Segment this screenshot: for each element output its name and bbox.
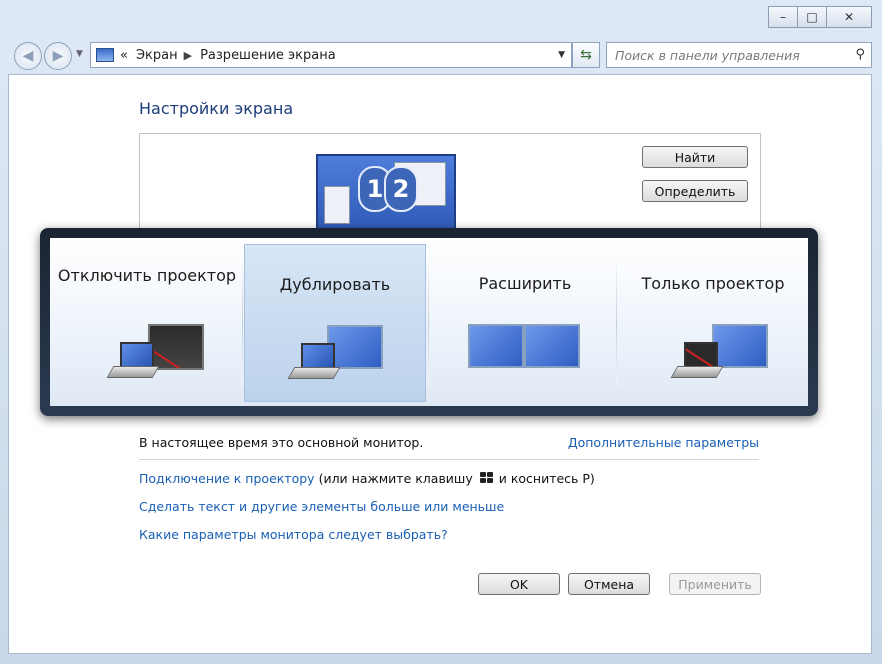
extend-screen-left-icon <box>468 324 524 368</box>
text-size-link[interactable]: Сделать текст и другие элементы больше и… <box>139 499 504 514</box>
projector-note-before: (или нажмите клавишу <box>318 471 473 486</box>
navigation-bar: ◀ ▶ ▼ « Экран ▶ Разрешение экрана ▼ ⇆ ⚲ <box>0 38 882 72</box>
breadcrumb-screen[interactable]: Экран <box>136 48 178 63</box>
display-settings-window: – □ ✕ ◀ ▶ ▼ « Экран ▶ Разрешение экрана … <box>0 0 882 664</box>
option-projector-only-label: Только проектор <box>641 274 785 293</box>
main-monitor-text: В настоящее время это основной монитор. <box>139 435 424 450</box>
find-button[interactable]: Найти <box>642 146 748 168</box>
option-extend-label: Расширить <box>478 274 572 293</box>
display-preview-area: 1 2 Найти Определить <box>139 133 761 234</box>
option-duplicate-label: Дублировать <box>279 275 391 294</box>
option-duplicate[interactable]: Дублировать <box>244 244 426 402</box>
address-bar[interactable]: « Экран ▶ Разрешение экрана ▼ <box>90 42 572 68</box>
control-panel-icon <box>96 48 114 62</box>
windows-key-icon <box>479 472 493 484</box>
cancel-button[interactable]: Отмена <box>568 573 650 595</box>
refresh-button[interactable]: ⇆ <box>572 42 600 68</box>
projector-screen-icon <box>712 324 768 368</box>
history-dropdown-icon[interactable]: ▼ <box>76 49 83 59</box>
window-controls: – □ ✕ <box>768 6 872 28</box>
minimize-button[interactable]: – <box>768 6 798 28</box>
option-disconnect-label: Отключить проектор <box>57 266 237 285</box>
search-box[interactable]: ⚲ <box>606 42 872 68</box>
breadcrumb-separator-icon[interactable]: ▶ <box>184 49 192 62</box>
option-divider <box>242 262 243 386</box>
close-button[interactable]: ✕ <box>826 6 872 28</box>
laptop-off-icon <box>670 342 724 382</box>
monitor-thumbnail[interactable]: 1 2 <box>316 154 456 234</box>
monitor-help-link[interactable]: Какие параметры монитора следует выбрать… <box>139 527 448 542</box>
monitor-number-2: 2 <box>384 166 418 212</box>
option-disconnect-projector[interactable]: Отключить проектор <box>54 244 240 402</box>
address-dropdown-icon[interactable]: ▼ <box>558 50 565 60</box>
apply-button[interactable]: Применить <box>669 573 761 595</box>
preview-window-left <box>324 186 350 224</box>
breadcrumb-resolution[interactable]: Разрешение экрана <box>200 48 336 63</box>
identify-button[interactable]: Определить <box>642 180 748 202</box>
extend-screen-right-icon <box>524 324 580 368</box>
projection-options: Отключить проектор Дублировать Расширить… <box>50 238 808 406</box>
laptop-icon <box>287 343 341 383</box>
arrow-left-icon: ◀ <box>22 48 34 64</box>
ok-button[interactable]: OK <box>478 573 560 595</box>
search-icon[interactable]: ⚲ <box>855 47 865 62</box>
arrow-right-icon: ▶ <box>52 48 64 64</box>
maximize-button[interactable]: □ <box>797 6 827 28</box>
projector-row: Подключение к проектору (или нажмите кла… <box>139 471 595 486</box>
page-title: Настройки экрана <box>139 99 294 118</box>
connect-projector-link[interactable]: Подключение к проектору <box>139 471 315 486</box>
back-button[interactable]: ◀ <box>14 42 42 70</box>
breadcrumb-prefix[interactable]: « <box>120 48 128 63</box>
refresh-icon: ⇆ <box>580 47 592 63</box>
search-input[interactable] <box>607 43 837 67</box>
laptop-icon <box>106 342 160 382</box>
projection-switcher: Отключить проектор Дублировать Расширить… <box>40 228 818 416</box>
option-divider <box>616 262 617 386</box>
divider <box>139 459 759 460</box>
forward-button[interactable]: ▶ <box>44 42 72 70</box>
projector-note-after: и коснитесь P) <box>498 471 595 486</box>
option-extend[interactable]: Расширить <box>432 244 618 402</box>
option-projector-only[interactable]: Только проектор <box>620 244 806 402</box>
option-divider <box>428 262 429 386</box>
advanced-settings-link[interactable]: Дополнительные параметры <box>568 435 759 450</box>
projector-off-icon <box>148 324 204 370</box>
